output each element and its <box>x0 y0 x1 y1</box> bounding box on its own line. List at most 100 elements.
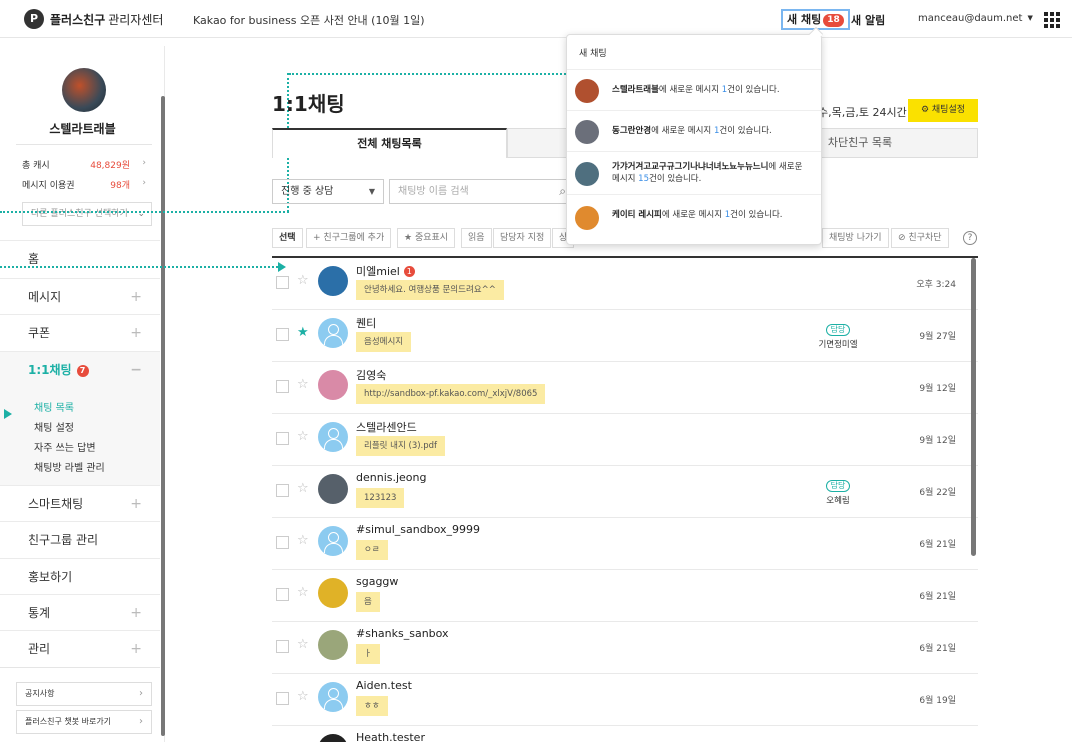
add-to-group-label: 친구그룹에 추가 <box>323 233 385 243</box>
submenu-chat-settings[interactable]: 채팅 설정 <box>34 419 74 434</box>
search-icon[interactable]: ⌕ <box>559 180 566 203</box>
avatar <box>318 734 348 742</box>
default-avatar-icon <box>318 318 348 348</box>
chat-time: 9월 12일 <box>919 436 956 446</box>
divider <box>0 667 160 668</box>
mark-read-button[interactable]: 읽음 <box>461 228 492 248</box>
avatar <box>575 79 599 103</box>
block-friend-button[interactable]: ⊘ 친구차단 <box>891 228 949 248</box>
plusfriend-select[interactable]: 다른 플러스친구 선택하기 ⌄ <box>22 202 152 226</box>
menu-chat[interactable]: 1:1채팅 7 − <box>0 351 160 387</box>
assign-button[interactable]: 담당자 지정 <box>493 228 552 248</box>
row-checkbox[interactable] <box>276 536 289 549</box>
popup-chat-name: 가갸거겨고교구규그기나냐너녀노뇨누뉴느니 <box>612 162 769 172</box>
popup-chat-item[interactable]: 스텔라트래블에 새로운 메시지 1건이 있습니다. <box>567 69 821 110</box>
star-icon[interactable]: ☆ <box>297 377 309 392</box>
chat-time: 6월 19일 <box>919 696 956 706</box>
plusfriend-logo-icon[interactable]: P <box>24 9 44 29</box>
app-grid-icon[interactable] <box>1044 12 1060 28</box>
chat-name: sgaggw <box>356 575 398 588</box>
tab-all-chats[interactable]: 전체 채팅목록 <box>272 128 507 158</box>
mark-important-button[interactable]: ★ 중요표시 <box>397 228 456 248</box>
mark-important-label: 중요표시 <box>414 233 449 243</box>
chat-row[interactable]: ☆ #shanks_sanbox ㅏ 6월 21일 <box>272 622 978 674</box>
chat-list-scrollbar[interactable] <box>971 258 976 556</box>
popup-chat-item[interactable]: 동그란안경에 새로운 메시지 1건이 있습니다. <box>567 110 821 151</box>
chat-row[interactable]: ☆ Aiden.test ㅎㅎ 6월 19일 <box>272 674 978 726</box>
row-checkbox[interactable] <box>276 276 289 289</box>
menu-coupon[interactable]: 쿠폰 + <box>0 314 160 350</box>
row-checkbox[interactable] <box>276 432 289 445</box>
new-alert-button[interactable]: 새 알림 <box>851 12 885 28</box>
chat-search-input[interactable]: 채팅방 이름 검색 ⌕ <box>389 179 571 204</box>
chat-row[interactable]: ☆ dennis.jeong 123123 담당 오혜림 6월 22일 <box>272 466 978 518</box>
profile-avatar[interactable] <box>62 68 106 112</box>
menu-friend-group-label: 친구그룹 관리 <box>28 533 99 547</box>
chat-row[interactable]: ☆ 김영숙 http://sandbox-pf.kakao.com/_xlxjV/8… <box>272 362 978 414</box>
cash-label: 총 캐시 <box>22 161 50 171</box>
submenu-saved-replies[interactable]: 자주 쓰는 답변 <box>34 439 96 454</box>
chat-time: 오후 3:24 <box>916 280 956 290</box>
popup-chat-name: 스텔라트래블 <box>612 85 659 95</box>
row-checkbox[interactable] <box>276 692 289 705</box>
status-filter-dropdown[interactable]: 진행 중 상담 ▼ <box>272 179 384 204</box>
menu-promote[interactable]: 홍보하기 <box>0 558 160 594</box>
brand-title[interactable]: 플러스친구 관리자센터 <box>50 11 163 28</box>
chat-name: dennis.jeong <box>356 471 427 484</box>
cash-stat[interactable]: 총 캐시 48,829원 › <box>22 158 146 171</box>
submenu-labels[interactable]: 채팅방 라벨 관리 <box>34 459 105 474</box>
row-checkbox[interactable] <box>276 328 289 341</box>
chat-row[interactable]: ☆ 스텔라센안드 리플릿 내지 (3).pdf 9월 12일 <box>272 414 978 466</box>
plus-icon: + <box>130 605 142 621</box>
chat-name-text: #simul_sandbox_9999 <box>356 523 481 536</box>
popup-chat-item[interactable]: 케이티 레시피에 새로운 메시지 1건이 있습니다. <box>567 194 821 239</box>
chat-row[interactable]: ☆ sgaggw 음 6월 21일 <box>272 570 978 622</box>
notice-link[interactable]: Kakao for business 오픈 사전 안내 (10월 1일) <box>193 12 425 28</box>
star-icon[interactable]: ☆ <box>297 585 309 600</box>
chat-settings-button[interactable]: ⚙ 채팅설정 <box>908 99 978 122</box>
notice-button[interactable]: 공지사항 › <box>16 682 152 706</box>
star-icon[interactable]: ☆ <box>297 533 309 548</box>
caret-down-icon: ▼ <box>368 187 375 196</box>
star-icon[interactable]: ★ <box>297 325 309 340</box>
menu-friend-group[interactable]: 친구그룹 관리 <box>0 521 160 557</box>
add-to-group-button[interactable]: + 친구그룹에 추가 <box>306 228 392 248</box>
menu-manage[interactable]: 관리 + <box>0 630 160 666</box>
menu-stats[interactable]: 통계 + <box>0 594 160 630</box>
brand-sub: 관리자센터 <box>108 13 164 27</box>
chat-row[interactable]: ☆ #simul_sandbox_9999 ㅇㄹ 6월 21일 <box>272 518 978 570</box>
chat-time: 9월 27일 <box>919 332 956 342</box>
row-checkbox[interactable] <box>276 588 289 601</box>
help-icon[interactable]: ? <box>963 231 977 245</box>
menu-home-label: 홈 <box>28 252 40 266</box>
last-message: ㅎㅎ <box>356 696 388 716</box>
chatbot-button[interactable]: 플러스친구 챗봇 바로가기 › <box>16 710 152 734</box>
chat-row[interactable]: ☆Heath.tester <box>272 726 978 742</box>
star-icon[interactable]: ☆ <box>297 689 309 704</box>
last-message: 음성메시지 <box>356 332 412 352</box>
leave-chat-button[interactable]: 채팅방 나가기 <box>822 228 889 248</box>
minus-icon: − <box>130 362 142 378</box>
chevron-right-icon: › <box>139 716 143 727</box>
star-icon[interactable]: ☆ <box>297 637 309 652</box>
chat-name: 미엘miel 1 <box>356 263 415 279</box>
menu-smart-chat[interactable]: 스마트채팅 + <box>0 485 160 521</box>
submenu-chat-list[interactable]: 채팅 목록 <box>34 399 74 414</box>
menu-home[interactable]: 홈 <box>0 240 160 276</box>
row-checkbox[interactable] <box>276 484 289 497</box>
chat-row[interactable]: ☆ 미엘miel 1 안녕하세요. 여행상품 문의드려요^^ 오후 3:24 <box>272 258 978 310</box>
sidebar-scrollbar[interactable] <box>161 96 165 736</box>
menu-message[interactable]: 메시지 + <box>0 278 160 314</box>
star-icon[interactable]: ☆ <box>297 273 309 288</box>
chat-name-text: 미엘miel <box>356 265 400 278</box>
row-checkbox[interactable] <box>276 380 289 393</box>
star-icon[interactable]: ☆ <box>297 481 309 496</box>
voucher-stat[interactable]: 메시지 이용권 98개 › <box>22 178 146 191</box>
popup-chat-item[interactable]: 가갸거겨고교구규그기나냐너녀노뇨누뉴느니에 새로운 메시지 15건이 있습니다. <box>567 151 821 194</box>
chat-row[interactable]: ★ 퀜티 음성메시지 담당 기면정미엘 9월 27일 <box>272 310 978 362</box>
select-button[interactable]: 선택 <box>272 228 303 248</box>
account-menu[interactable]: manceau@daum.net ▼ <box>918 13 1033 24</box>
star-icon[interactable]: ☆ <box>297 429 309 444</box>
chat-settings-label: 채팅설정 <box>931 105 966 115</box>
row-checkbox[interactable] <box>276 640 289 653</box>
